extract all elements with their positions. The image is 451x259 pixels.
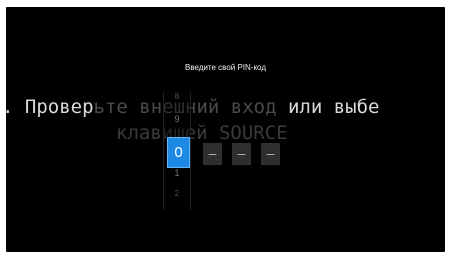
source-hint-line1: . Проверьте внешний вход или выбе — [6, 96, 380, 118]
source-hint-part3: или выбе — [287, 96, 380, 118]
picker-digit[interactable]: 1 — [164, 168, 190, 178]
pin-dialog-title: Введите свой PIN-код — [185, 63, 266, 72]
pin-digit-4[interactable]: – — [261, 143, 280, 165]
source-hint-line2: клавишей SOURCE — [116, 122, 288, 144]
picker-digit[interactable]: 8 — [164, 92, 190, 101]
source-hint-part1: . Провер — [6, 96, 94, 118]
tv-screen: . Проверьте внешний вход или выбе клавиш… — [6, 7, 445, 252]
picker-digit[interactable]: 2 — [164, 189, 190, 198]
pin-digit-1-selected[interactable]: 0 — [167, 137, 190, 168]
pin-digit-3[interactable]: – — [232, 143, 251, 165]
pin-digit-2[interactable]: – — [203, 143, 222, 165]
picker-digit[interactable]: 9 — [164, 114, 190, 124]
